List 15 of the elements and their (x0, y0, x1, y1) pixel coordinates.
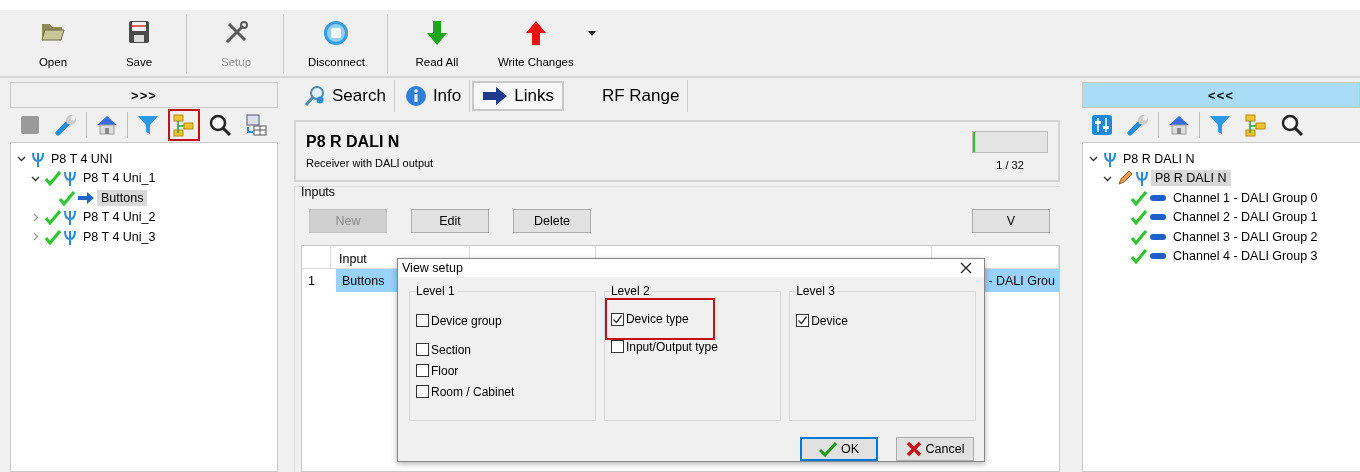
progress-reading: 1 / 32 (996, 159, 1024, 171)
checkbox-label: Floor (431, 363, 459, 378)
checkbox-label: Section (431, 342, 472, 357)
group-title: Level 3 (796, 284, 837, 298)
checkbox-label: Device group (431, 313, 502, 328)
device-name: P8 R DALI N (306, 133, 401, 151)
checkbox-label: Device type (625, 312, 689, 326)
checkbox-label: Room / Cabinet (431, 384, 515, 399)
checkbox-label: Input/Output type (625, 339, 718, 354)
group-title: Inputs (301, 185, 337, 199)
device-description: Receiver with DALI output (306, 157, 434, 169)
group-title: Level 2 (610, 284, 652, 298)
row-number: 1 (307, 272, 316, 290)
group-title: Level 1 (416, 284, 457, 298)
checkbox-label: Device (811, 313, 848, 328)
